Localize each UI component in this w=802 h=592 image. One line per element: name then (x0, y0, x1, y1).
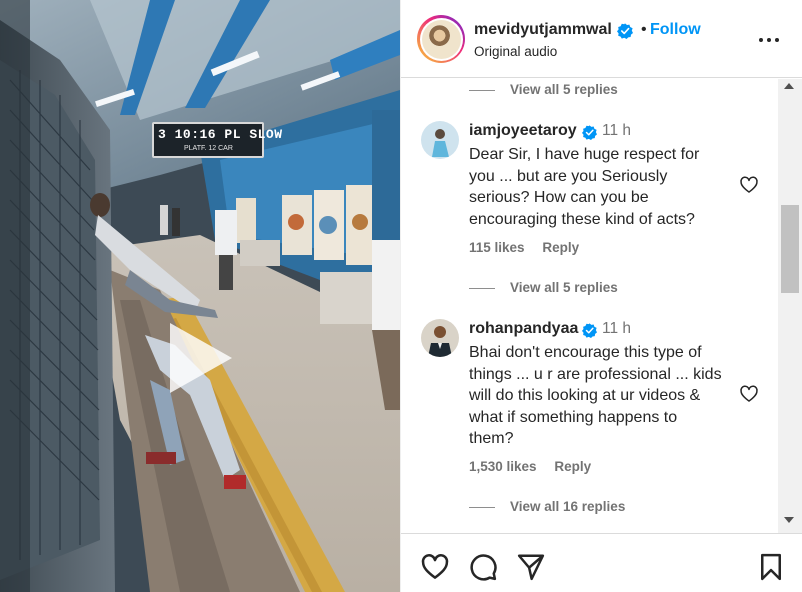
comment-text: Bhai don't encourage this type of things… (469, 344, 722, 447)
view-replies-label: View all 5 replies (510, 280, 618, 295)
view-replies-label: View all 5 replies (510, 82, 618, 97)
post-actions-bar (401, 533, 802, 592)
comment-meta: 115 likes Reply (469, 240, 593, 255)
comments-list: View all 5 replies iamjoyeetaroy 11 h De… (401, 79, 777, 533)
comment-time[interactable]: 11 h (602, 320, 631, 338)
replies-divider (469, 507, 495, 508)
follow-separator: • (641, 21, 647, 38)
comment-likes[interactable]: 1,530 likes (469, 459, 537, 474)
platform-indicator-sign: 3 10:16 PL SLOW PLATF. 12 CAR (152, 122, 282, 158)
view-replies-label: View all 16 replies (510, 499, 626, 514)
follow-button[interactable]: Follow (650, 21, 701, 39)
comment-username[interactable]: rohanpandyaa (469, 320, 578, 338)
scroll-thumb[interactable] (781, 205, 799, 293)
comment-icon[interactable] (468, 552, 498, 582)
owner-username[interactable]: mevidyutjammwal (474, 21, 612, 39)
comment-username[interactable]: iamjoyeetaroy (469, 122, 577, 140)
comment-likes[interactable]: 115 likes (469, 240, 525, 255)
scroll-down-arrow-icon[interactable] (784, 517, 794, 523)
replies-divider (469, 288, 495, 289)
video-frame (0, 0, 400, 592)
play-icon[interactable] (160, 318, 240, 398)
heart-icon[interactable] (739, 175, 759, 195)
commenter-avatar[interactable] (421, 319, 459, 357)
commenter-avatar[interactable] (421, 121, 459, 159)
verified-icon (582, 323, 597, 338)
sign-line-2: PLATF. 12 CAR (184, 145, 233, 152)
post-panel: mevidyutjammwal • Follow Original audio … (400, 0, 802, 592)
more-options-icon[interactable] (757, 30, 781, 50)
comment-meta: 1,530 likes Reply (469, 459, 605, 474)
replies-divider (469, 90, 495, 91)
heart-icon[interactable] (739, 384, 759, 404)
comment-time[interactable]: 11 h (602, 122, 631, 140)
audio-label[interactable]: Original audio (474, 44, 557, 59)
like-heart-icon[interactable] (420, 552, 450, 582)
sign-line-1: 3 10:16 PL SLOW (158, 127, 283, 142)
share-icon[interactable] (516, 552, 546, 582)
comments-scrollbar[interactable] (778, 79, 802, 533)
reply-button[interactable]: Reply (554, 459, 591, 474)
verified-icon (617, 23, 633, 39)
verified-icon (582, 125, 597, 140)
post-header: mevidyutjammwal • Follow Original audio (401, 0, 802, 78)
comment-text: Dear Sir, I have huge respect for you ..… (469, 146, 700, 228)
reply-button[interactable]: Reply (542, 240, 579, 255)
scroll-up-arrow-icon[interactable] (784, 83, 794, 89)
bookmark-icon[interactable] (756, 552, 786, 582)
reel-video[interactable]: 3 10:16 PL SLOW PLATF. 12 CAR (0, 0, 400, 592)
owner-avatar[interactable] (417, 15, 465, 63)
